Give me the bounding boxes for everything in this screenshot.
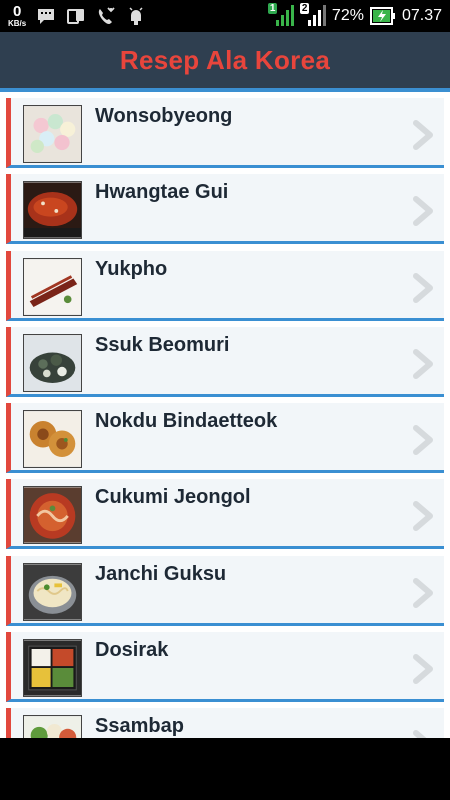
chevron-right-icon xyxy=(412,272,436,303)
sim2-label: 2 xyxy=(299,3,310,14)
app-header: Resep Ala Korea xyxy=(0,32,450,88)
recipe-name: Ssambap xyxy=(95,715,184,738)
recipe-card[interactable]: Ssambap xyxy=(6,708,444,738)
battery-charging-icon xyxy=(369,5,396,27)
noodle-soup-thumbnail xyxy=(23,562,82,621)
clock: 07.37 xyxy=(401,7,442,24)
mungbean-pancake-thumbnail xyxy=(23,410,82,469)
beef-jerky-thumbnail xyxy=(23,257,82,316)
bottom-navigation-area xyxy=(0,738,450,800)
recipe-list-item[interactable]: Hwangtae Gui xyxy=(6,174,444,250)
status-bar-right: 1 2 72% 07.37 xyxy=(267,0,442,32)
octopus-hotpot-thumbnail xyxy=(23,486,82,545)
recipe-list-container[interactable]: Wonsobyeong Hwangtae Gui Yukpho Ssuk Beomur… xyxy=(0,92,450,738)
recipe-list: Wonsobyeong Hwangtae Gui Yukpho Ssuk Beomur… xyxy=(0,92,450,738)
recipe-card[interactable]: Hwangtae Gui xyxy=(6,174,444,245)
chevron-right-icon xyxy=(412,425,436,456)
recipe-list-item[interactable]: Dosirak xyxy=(6,632,444,708)
recipe-list-item[interactable]: Ssuk Beomuri xyxy=(6,326,444,403)
chevron-right-icon xyxy=(412,501,436,532)
recipe-card[interactable]: Yukpho xyxy=(6,250,444,321)
battery-percent: 72% xyxy=(331,7,364,24)
chevron-right-icon xyxy=(412,730,436,738)
recipe-card[interactable]: Ssuk Beomuri xyxy=(6,326,444,397)
lunchbox-thumbnail xyxy=(23,639,82,698)
recipe-card[interactable]: Nokdu Bindaetteok xyxy=(6,403,444,474)
grilled-fish-thumbnail xyxy=(23,181,82,240)
recipe-list-item[interactable]: Wonsobyeong xyxy=(6,98,444,174)
chevron-right-icon xyxy=(412,348,436,379)
wrap-rice-thumbnail xyxy=(23,715,82,738)
chevron-right-icon xyxy=(412,577,436,608)
signal-icon: 1 xyxy=(267,3,294,28)
recipe-name: Yukpho xyxy=(95,257,168,280)
sim1-label: 1 xyxy=(267,3,278,14)
recipe-name: Wonsobyeong xyxy=(95,105,233,127)
missed-call-icon xyxy=(96,6,116,26)
screen-mirror-icon xyxy=(66,6,86,26)
recipe-card[interactable]: Janchi Guksu xyxy=(6,555,444,626)
status-bar: 0 KB/s 1 2 72% 07.37 xyxy=(0,0,450,32)
recipe-name: Hwangtae Gui xyxy=(95,181,229,204)
android-debug-icon xyxy=(126,6,146,26)
chevron-right-icon xyxy=(412,120,436,150)
recipe-card[interactable]: Dosirak xyxy=(6,632,444,703)
status-bar-left: 0 KB/s xyxy=(8,2,146,30)
network-speed: 0 KB/s xyxy=(8,4,26,28)
network-speed-unit: KB/s xyxy=(8,19,27,28)
mugwort-cake-thumbnail xyxy=(23,333,82,392)
recipe-card[interactable]: Wonsobyeong xyxy=(6,98,444,168)
chat-notification-icon xyxy=(36,6,56,26)
recipe-list-item[interactable]: Janchi Guksu xyxy=(6,555,444,632)
recipe-name: Cukumi Jeongol xyxy=(95,486,251,509)
recipe-name: Nokdu Bindaetteok xyxy=(95,410,278,433)
recipe-name: Janchi Guksu xyxy=(95,562,227,585)
chevron-right-icon xyxy=(412,196,436,227)
recipe-list-item[interactable]: Yukpho xyxy=(6,250,444,327)
page-title: Resep Ala Korea xyxy=(119,44,331,75)
recipe-name: Dosirak xyxy=(95,639,169,662)
chevron-right-icon xyxy=(412,654,436,685)
recipe-list-item[interactable]: Cukumi Jeongol xyxy=(6,479,444,555)
recipe-card[interactable]: Cukumi Jeongol xyxy=(6,479,444,550)
network-speed-value: 0 xyxy=(12,3,22,20)
signal-icon-sim2: 2 xyxy=(299,3,326,28)
recipe-list-item[interactable]: Nokdu Bindaetteok xyxy=(6,403,444,479)
recipe-name: Ssuk Beomuri xyxy=(95,333,230,356)
recipe-list-item[interactable]: Ssambap xyxy=(6,708,444,738)
rice-balls-thumbnail xyxy=(23,105,82,163)
